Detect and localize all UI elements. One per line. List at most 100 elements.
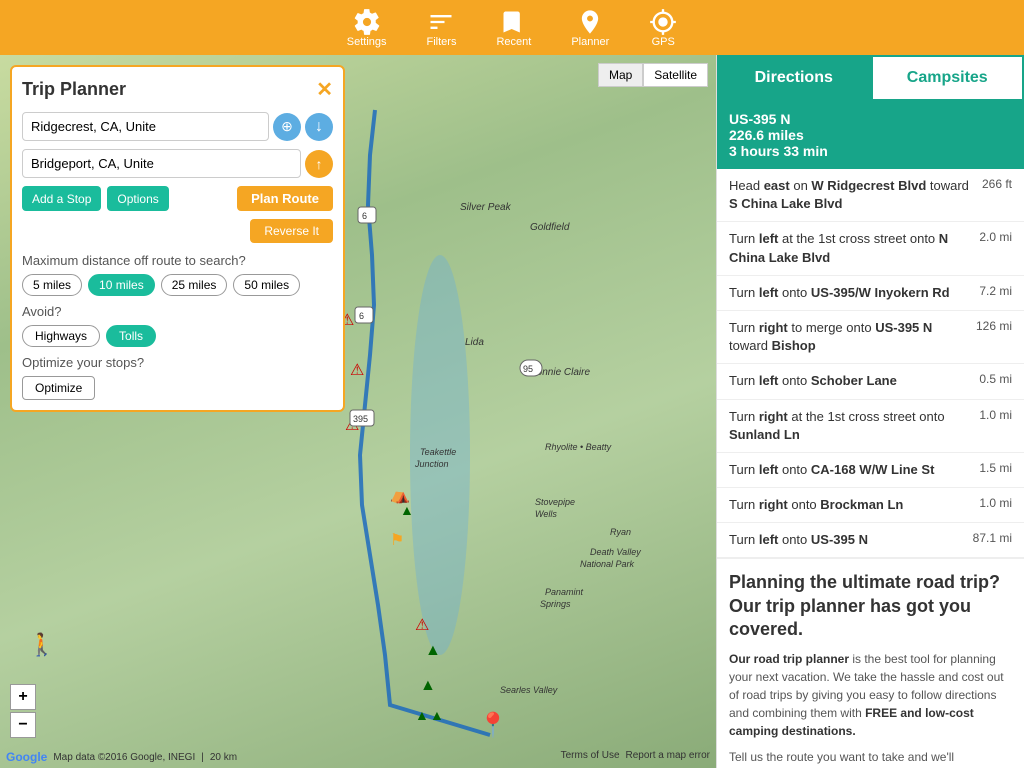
svg-text:▲: ▲ (420, 677, 436, 694)
avoid-label: Avoid? (22, 304, 333, 319)
route-time: 3 hours 33 min (729, 143, 1012, 159)
svg-text:Death Valley: Death Valley (590, 547, 641, 557)
locate-origin-button[interactable]: ⊕ (273, 113, 301, 141)
map-background: ⚠ ⚠ ⚠ ⛺ ▲ ⚑ ⚠ ▲ ▲ ▲ ▲ 📍 Silver Peak Gold… (0, 55, 716, 768)
direction-6: Turn left onto CA-168 W/W Line St 1.5 mi (717, 453, 1024, 488)
direction-1: Turn left at the 1st cross street onto N… (717, 222, 1024, 275)
trip-planner-panel: Trip Planner ✕ ⊕ ↓ ↑ Add a Stop Op (10, 65, 345, 412)
trip-planner-header: Trip Planner ✕ (22, 77, 333, 102)
google-logo: Google (6, 750, 47, 764)
svg-text:Panamint: Panamint (545, 587, 584, 597)
direction-8: Turn left onto US-395 N 87.1 mi (717, 523, 1024, 558)
map-view-button[interactable]: Map (598, 63, 643, 87)
promo-title: Planning the ultimate road trip? Our tri… (729, 571, 1012, 641)
tab-directions[interactable]: Directions (717, 55, 871, 101)
svg-text:Lida: Lida (465, 337, 484, 348)
svg-text:Rhyolite • Beatty: Rhyolite • Beatty (545, 442, 612, 452)
distance-25mi[interactable]: 25 miles (161, 274, 228, 296)
svg-text:Goldfield: Goldfield (530, 222, 570, 233)
svg-text:Teakettle: Teakettle (420, 447, 456, 457)
optimize-label: Optimize your stops? (22, 355, 333, 370)
direction-3: Turn right to merge onto US-395 N toward… (717, 311, 1024, 364)
svg-text:Junction: Junction (414, 459, 449, 469)
svg-text:⚑: ⚑ (390, 532, 404, 549)
main-layout: ⚠ ⚠ ⚠ ⛺ ▲ ⚑ ⚠ ▲ ▲ ▲ ▲ 📍 Silver Peak Gold… (0, 55, 1024, 768)
settings-label: Settings (347, 36, 387, 48)
gps-button[interactable]: GPS (649, 8, 677, 48)
options-button[interactable]: Options (107, 186, 168, 211)
close-button[interactable]: ✕ (316, 77, 333, 102)
reverse-button[interactable]: Reverse It (250, 219, 333, 243)
svg-text:Springs: Springs (540, 599, 571, 609)
origin-row: ⊕ ↓ (22, 112, 333, 141)
svg-text:📍: 📍 (478, 711, 508, 739)
promo-section: Planning the ultimate road trip? Our tri… (717, 558, 1024, 768)
map-area[interactable]: ⚠ ⚠ ⚠ ⛺ ▲ ⚑ ⚠ ▲ ▲ ▲ ▲ 📍 Silver Peak Gold… (0, 55, 716, 768)
zoom-in-button[interactable]: + (10, 684, 36, 710)
satellite-view-button[interactable]: Satellite (643, 63, 708, 87)
distance-10mi[interactable]: 10 miles (88, 274, 155, 296)
filters-label: Filters (427, 36, 457, 48)
promo-body: Our road trip planner is the best tool f… (729, 650, 1012, 740)
svg-text:Wells: Wells (535, 509, 557, 519)
direction-4: Turn left onto Schober Lane 0.5 mi (717, 364, 1024, 399)
tab-campsites[interactable]: Campsites (871, 55, 1024, 101)
route-distance: 226.6 miles (729, 127, 1012, 143)
svg-text:Silver Peak: Silver Peak (460, 202, 512, 213)
trip-planner-title: Trip Planner (22, 79, 126, 100)
svg-text:⚠: ⚠ (415, 617, 429, 634)
scale-label: 20 km (210, 752, 237, 763)
svg-text:▲: ▲ (400, 502, 414, 518)
direction-2: Turn left onto US-395/W Inyokern Rd 7.2 … (717, 276, 1024, 311)
add-stop-button[interactable]: Add a Stop (22, 186, 101, 211)
svg-text:Searles Valley: Searles Valley (500, 685, 558, 695)
svg-text:▲: ▲ (425, 642, 441, 659)
map-type-controls: Map Satellite (598, 63, 708, 87)
svg-text:Ryan: Ryan (610, 527, 631, 537)
planner-button[interactable]: Planner (571, 8, 609, 48)
distance-50mi[interactable]: 50 miles (233, 274, 300, 296)
direction-5: Turn right at the 1st cross street onto … (717, 400, 1024, 453)
direction-0: Head east on W Ridgecrest Blvd toward S … (717, 169, 1024, 222)
recent-button[interactable]: Recent (496, 8, 531, 48)
destination-row: ↑ (22, 149, 333, 178)
zoom-out-button[interactable]: − (10, 712, 36, 738)
avoid-tolls-button[interactable]: Tolls (106, 325, 156, 347)
promo-footer: Tell us the route you want to take and w… (729, 748, 1012, 766)
planner-label: Planner (571, 36, 609, 48)
report-link[interactable]: Report a map error (626, 750, 710, 764)
route-name: US-395 N (729, 111, 1012, 127)
max-distance-label: Maximum distance off route to search? (22, 253, 333, 268)
svg-text:▲: ▲ (430, 707, 444, 723)
direction-7: Turn right onto Brockman Ln 1.0 mi (717, 488, 1024, 523)
settings-button[interactable]: Settings (347, 8, 387, 48)
map-scale: | (201, 752, 204, 763)
svg-text:National Park: National Park (580, 559, 635, 569)
directions-list[interactable]: Head east on W Ridgecrest Blvd toward S … (717, 169, 1024, 768)
svg-text:Stovepipe: Stovepipe (535, 497, 575, 507)
svg-text:▲: ▲ (415, 707, 429, 723)
terms-link[interactable]: Terms of Use (561, 750, 620, 764)
recent-label: Recent (496, 36, 531, 48)
plan-route-button[interactable]: Plan Route (237, 186, 333, 211)
distance-5mi[interactable]: 5 miles (22, 274, 82, 296)
avoid-highways-button[interactable]: Highways (22, 325, 100, 347)
svg-text:⚠: ⚠ (350, 362, 364, 379)
optimize-button[interactable]: Optimize (22, 376, 95, 400)
origin-input[interactable] (22, 112, 269, 141)
header: Settings Filters Recent Planner GPS (0, 0, 1024, 55)
map-data-text: Map data ©2016 Google, INEGI (53, 752, 195, 763)
avoid-buttons: Highways Tolls (22, 325, 333, 347)
filters-button[interactable]: Filters (427, 8, 457, 48)
svg-text:395: 395 (353, 414, 368, 424)
distance-buttons: 5 miles 10 miles 25 miles 50 miles (22, 274, 333, 296)
reverse-row: Reverse It (22, 219, 333, 243)
destination-input[interactable] (22, 149, 301, 178)
street-view-icon[interactable]: 🚶 (28, 632, 55, 658)
svg-text:6: 6 (362, 211, 367, 221)
gps-label: GPS (652, 36, 675, 48)
swap-direction-button[interactable]: ↓ (305, 113, 333, 141)
locate-destination-button[interactable]: ↑ (305, 150, 333, 178)
tab-row: Directions Campsites (717, 55, 1024, 101)
svg-text:6: 6 (359, 311, 364, 321)
